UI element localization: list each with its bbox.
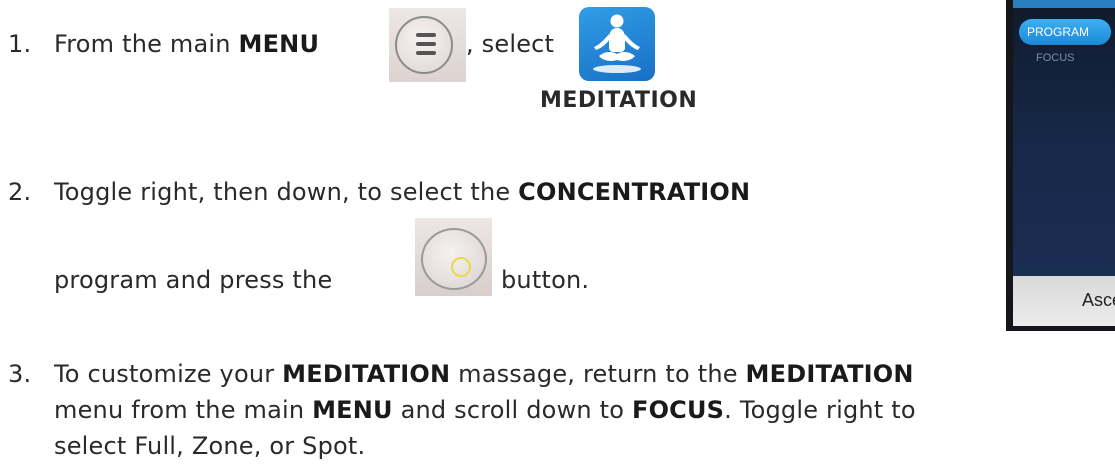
step-2-continuation: program and press the	[54, 266, 333, 294]
concentration-keyword: CONCENTRATION	[518, 178, 751, 206]
focus-keyword: FOCUS	[631, 396, 725, 424]
remote-footer-text: Asce	[1082, 290, 1115, 310]
focus-item: FOCUS	[1036, 52, 1075, 64]
menu-icon	[389, 8, 466, 82]
select-dot-icon	[451, 257, 471, 277]
step-3-line-2: menu from the main MENU and scroll down …	[54, 396, 916, 424]
menu-button-ring	[395, 16, 453, 74]
step-3-line-1: 3. To customize your MEDITATION massage, …	[8, 360, 914, 388]
step-number: 1.	[8, 30, 32, 58]
select-button-icon	[415, 218, 492, 296]
step-1-select-text: , select	[466, 30, 555, 58]
select-button-ring	[421, 228, 487, 290]
program-pill: PROGRAM	[1019, 19, 1111, 45]
meditation-keyword: MEDITATION	[282, 360, 451, 388]
step-number: 2.	[8, 178, 32, 206]
step-1-line: 1. From the main MENU	[8, 29, 319, 59]
meditation-icon	[579, 7, 655, 81]
menu-keyword: MENU	[238, 30, 320, 58]
remote-screen-topbar	[1013, 0, 1115, 8]
step-number: 3.	[8, 360, 32, 388]
step-2-line: 2. Toggle right, then down, to select the…	[8, 177, 750, 207]
step-3-line-3: select Full, Zone, or Spot.	[54, 432, 366, 460]
step-text: From the main	[54, 30, 239, 58]
meditation-caption: MEDITATION	[540, 88, 698, 113]
menu-keyword: MENU	[312, 396, 393, 424]
step-text: Toggle right, then down, to select the	[54, 178, 519, 206]
remote-screen-image: PROGRAM FOCUS Asce	[1006, 0, 1115, 331]
meditation-keyword: MEDITATION	[745, 360, 914, 388]
step-2-button-text: button.	[501, 266, 590, 294]
